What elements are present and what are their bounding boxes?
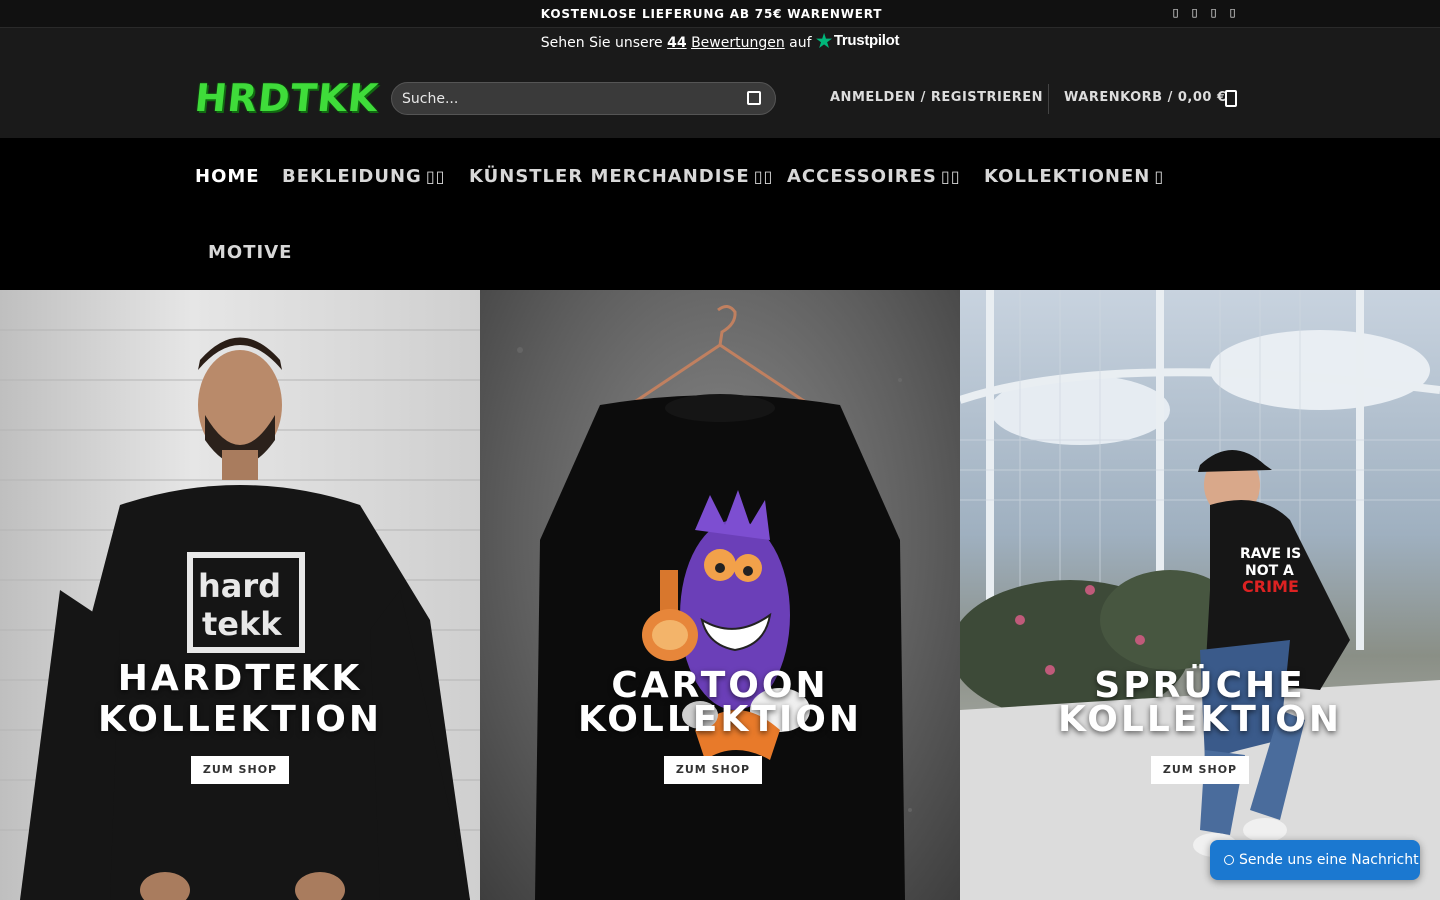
search-box — [391, 82, 776, 115]
tiktok-icon[interactable]: ▯ — [1227, 6, 1238, 20]
trust-prefix: Sehen Sie unsere — [540, 35, 663, 51]
site-logo[interactable]: HRDTKK — [193, 76, 381, 120]
facebook-icon[interactable]: ▯ — [1170, 6, 1181, 20]
nav-item-label: KÜNSTLER MERCHANDISE — [469, 166, 750, 187]
collection-panel-sprueche[interactable]: RAVE IS NOT A CRIME SPRÜCHE KOLLEKTION Z… — [960, 290, 1440, 900]
collection-panel-hardtekk[interactable]: hard tekk HARDTEKK KOLLEKTION ZUM SHOP — [0, 290, 480, 900]
nav-item-accessoires[interactable]: ACCESSOIRES ▯▯ — [787, 166, 961, 187]
nav-item-label: HOME — [195, 166, 260, 187]
trustpilot-banner: Sehen Sie unsere 44 Bewertungen auf ★ Tr… — [0, 28, 1440, 54]
nav-item-motive[interactable]: MOTIVE — [208, 242, 292, 263]
zum-shop-button-hardtekk[interactable]: ZUM SHOP — [191, 756, 289, 784]
collection-title-line2: KOLLEKTION — [578, 699, 862, 740]
sprueche-model-image: RAVE IS NOT A CRIME — [960, 290, 1440, 900]
hardtekk-model-image: hard tekk — [0, 329, 480, 900]
nav-item-kuenstler-merchandise[interactable]: KÜNSTLER MERCHANDISE ▯▯ — [469, 166, 773, 187]
site-header: HRDTKK ANMELDEN / REGISTRIEREN WARENKORB… — [0, 54, 1440, 138]
youtube-icon[interactable]: ▯ — [1208, 6, 1219, 20]
zum-shop-button-cartoon[interactable]: ZUM SHOP — [664, 756, 762, 784]
chat-bubble-icon — [1224, 855, 1234, 865]
cart-link[interactable]: WARENKORB / 0,00 € — [1064, 90, 1227, 105]
chevron-down-icon: ▯▯ — [425, 167, 446, 186]
nav-item-label: BEKLEIDUNG — [282, 166, 422, 187]
instagram-icon[interactable]: ▯ — [1189, 6, 1200, 20]
cartoon-sweater-image — [517, 305, 912, 900]
sprueche-print-text-3: CRIME — [1242, 577, 1299, 596]
trustpilot-logo[interactable]: ★ Trustpilot — [816, 28, 899, 54]
social-links: ▯ ▯ ▯ ▯ — [1170, 6, 1238, 20]
nav-item-label: ACCESSOIRES — [787, 166, 937, 187]
chevron-down-icon: ▯▯ — [753, 167, 774, 186]
nav-item-label: KOLLEKTIONEN — [984, 166, 1151, 187]
nav-item-label: MOTIVE — [208, 242, 293, 263]
header-divider — [1048, 84, 1049, 114]
review-count-link[interactable]: 44 — [667, 35, 686, 51]
trustpilot-brand: Trustpilot — [833, 32, 900, 49]
chat-label: Sende uns eine Nachricht — [1239, 852, 1419, 868]
cart-icon[interactable] — [1225, 90, 1237, 107]
collection-title-line1: HARDTEKK — [117, 658, 363, 699]
login-register-link[interactable]: ANMELDEN / REGISTRIEREN — [830, 90, 1043, 105]
chat-widget-button[interactable]: Sende uns eine Nachricht — [1210, 840, 1420, 880]
search-input[interactable] — [402, 83, 732, 114]
nav-item-kollektionen[interactable]: KOLLEKTIONEN ▯ — [984, 166, 1164, 187]
collection-panel-cartoon[interactable]: CARTOON KOLLEKTION ZUM SHOP — [480, 290, 960, 900]
chevron-down-icon: ▯ — [1154, 167, 1165, 186]
zum-shop-button-sprueche[interactable]: ZUM SHOP — [1151, 756, 1249, 784]
nav-item-bekleidung[interactable]: BEKLEIDUNG ▯▯ — [282, 166, 445, 187]
nav-item-home[interactable]: HOME — [195, 166, 260, 187]
hero-collections: hard tekk HARDTEKK KOLLEKTION ZUM SHOP C… — [0, 290, 1440, 900]
trustpilot-star-icon: ★ — [816, 31, 832, 51]
top-bar: KOSTENLOSE LIEFERUNG AB 75€ WARENWERT ▯ … — [0, 0, 1440, 28]
hardtekk-print-text-1: hard — [198, 567, 281, 605]
trust-suffix: auf — [789, 35, 812, 51]
collection-title-line2: KOLLEKTION — [1058, 699, 1342, 740]
sprueche-print-text-1: RAVE IS — [1240, 546, 1301, 562]
chevron-down-icon: ▯▯ — [940, 167, 961, 186]
search-icon[interactable] — [747, 91, 761, 105]
hardtekk-print-text-2: tekk — [202, 605, 282, 643]
reviews-link[interactable]: Bewertungen — [691, 35, 785, 51]
main-navigation: HOME BEKLEIDUNG ▯▯ KÜNSTLER MERCHANDISE ▯▯… — [0, 138, 1440, 290]
collection-title-line2: KOLLEKTION — [98, 699, 382, 740]
